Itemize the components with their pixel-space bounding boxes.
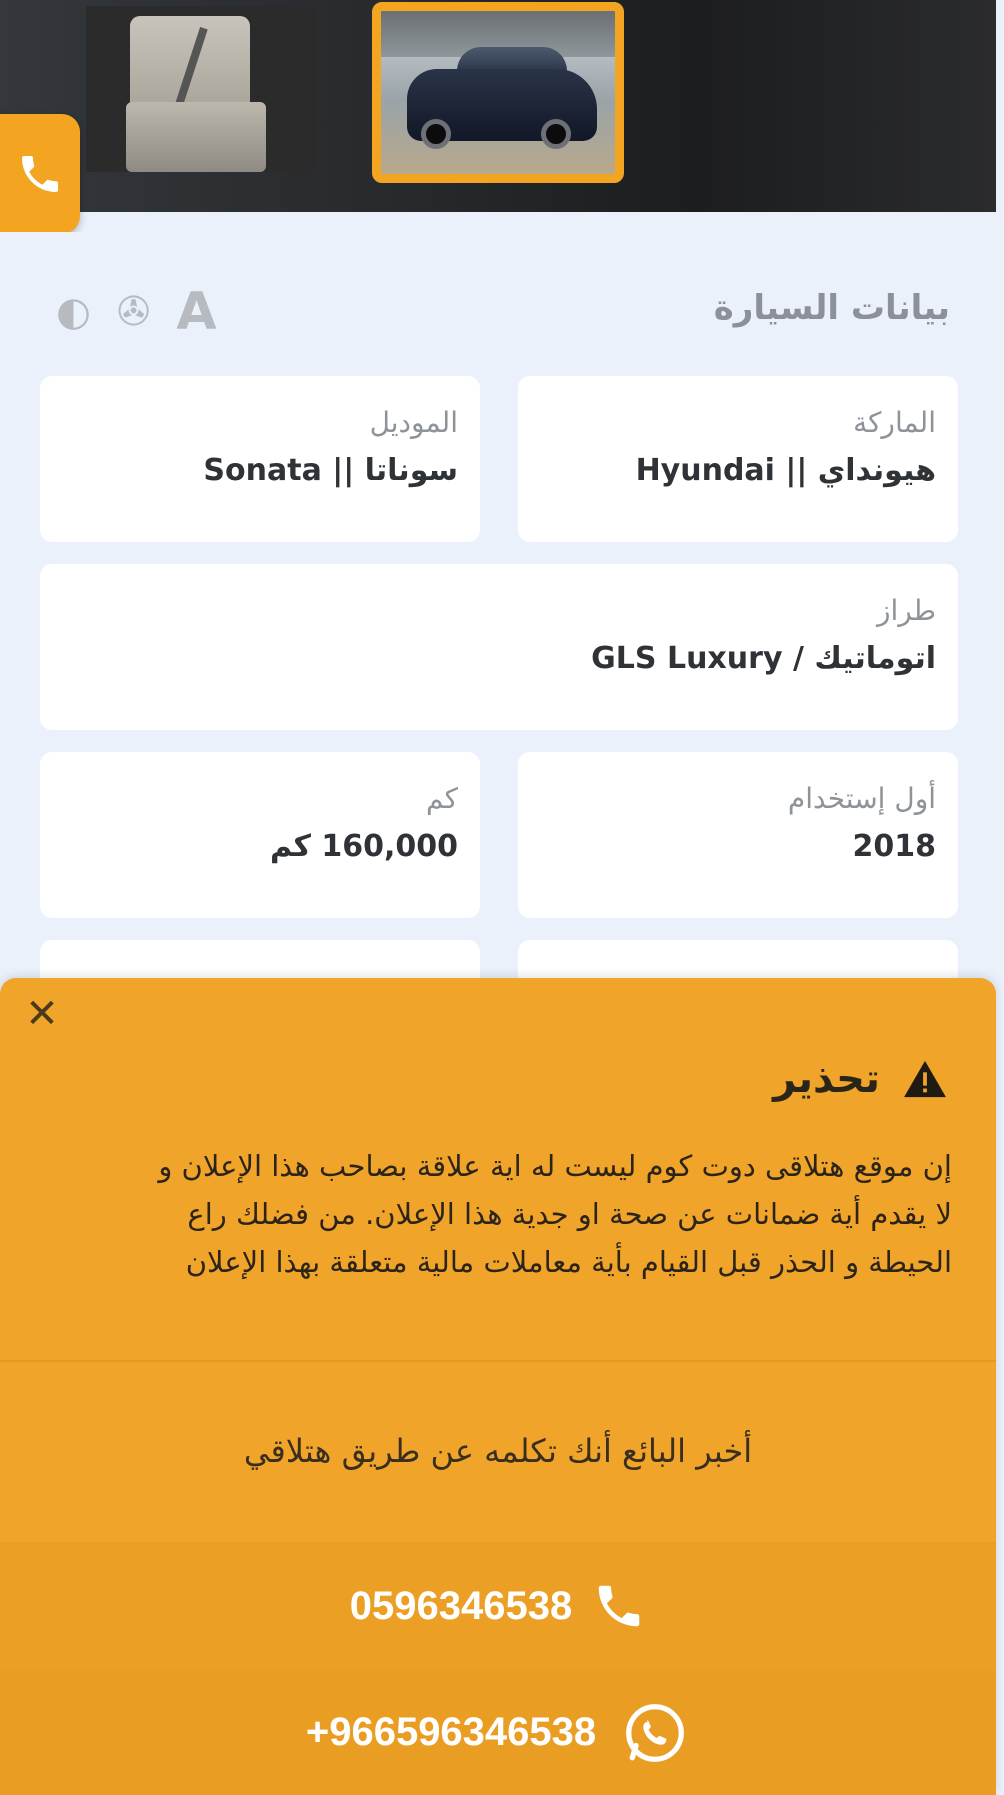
brand-label: الماركة: [853, 406, 936, 439]
spec-icons: ◐ ✇ A: [56, 282, 217, 342]
mileage-field: كم 160,000 كم: [40, 752, 480, 918]
mileage-value: 160,000 كم: [269, 829, 458, 864]
photo-gallery: [0, 0, 996, 212]
call-number-button[interactable]: 0596346538: [0, 1542, 996, 1670]
first-use-label: أول إستخدام: [787, 782, 936, 815]
divider: [0, 1360, 996, 1362]
warning-sheet: ✕ تحذير إن موقع هتلاقى دوت كوم ليست له ا…: [0, 978, 996, 1795]
thumbnail-car-front-selected[interactable]: [372, 2, 624, 183]
trim-field: طراز اتوماتيك / GLS Luxury: [40, 564, 958, 730]
warning-line-1: إن موقع هتلاقى دوت كوم ليست له اية علاقة…: [158, 1149, 952, 1183]
car-wheel-front: [421, 119, 451, 149]
car-wheel-rear: [541, 119, 571, 149]
floating-call-button[interactable]: [0, 114, 80, 234]
whatsapp-number: +966596346538: [305, 1710, 597, 1754]
whatsapp-number-button[interactable]: +966596346538: [0, 1670, 996, 1795]
brand-value: هيونداي || Hyundai: [635, 453, 936, 488]
trim-label: طراز: [876, 594, 936, 627]
automatic-transmission-icon: A: [176, 282, 217, 342]
warning-line-2: لا يقدم أية ضمانات عن صحة او جدية هذا ال…: [187, 1197, 952, 1231]
page: بيانات السيارة ◐ ✇ A الماركة هيونداي || …: [0, 0, 1004, 1795]
warning-triangle-icon: [904, 1060, 946, 1098]
phone-number: 0596346538: [349, 1583, 573, 1628]
brand-field: الماركة هيونداي || Hyundai: [518, 376, 958, 542]
phone-icon: [598, 1585, 640, 1627]
extra-feature-icon: ◐: [56, 289, 91, 335]
mileage-label: كم: [426, 782, 458, 815]
thumbnail-rear-seat[interactable]: [86, 6, 316, 172]
warning-title-row: تحذير: [773, 1056, 948, 1102]
phone-icon: [22, 156, 58, 192]
whatsapp-icon: [626, 1703, 685, 1762]
section-title: بيانات السيارة: [713, 288, 950, 328]
seat-base-shape: [126, 102, 266, 172]
tell-seller-note: أخبر البائع أنك تكلمه عن طريق هتلاقي: [243, 1432, 753, 1470]
ac-fan-icon: ✇: [116, 289, 151, 335]
first-use-field: أول إستخدام 2018: [518, 752, 958, 918]
first-use-value: 2018: [852, 829, 937, 864]
warning-line-3: الحيطة و الحذر قبل القيام بأية معاملات م…: [185, 1245, 952, 1279]
model-label: الموديل: [369, 406, 458, 439]
close-icon[interactable]: ✕: [20, 994, 64, 1038]
trim-value: اتوماتيك / GLS Luxury: [591, 641, 936, 676]
warning-title: تحذير: [773, 1056, 880, 1102]
model-field: الموديل سوناتا || Sonata: [40, 376, 480, 542]
model-value: سوناتا || Sonata: [203, 453, 458, 488]
warning-body: إن موقع هتلاقى دوت كوم ليست له اية علاقة…: [52, 1142, 952, 1286]
